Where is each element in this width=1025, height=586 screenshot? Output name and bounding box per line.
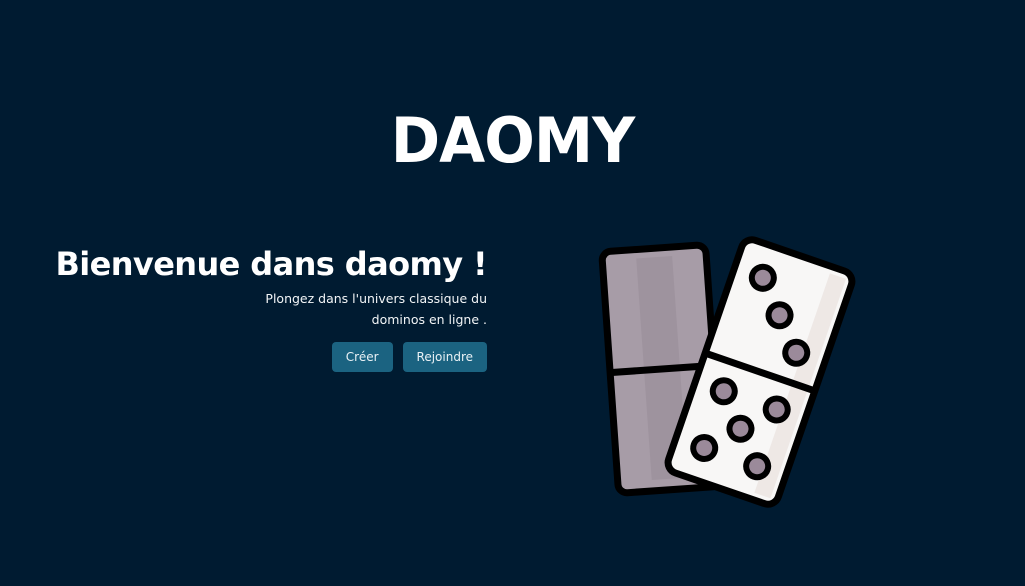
dominoes-icon [598,236,856,508]
page-subtitle: Plongez dans l'univers classique du domi… [265,291,487,327]
join-button[interactable]: Rejoindre [402,342,487,372]
hero-section: Bienvenue dans daomy ! Plongez dans l'un… [40,242,488,372]
logo: DAOMY [390,104,636,177]
dominoes-illustration [590,230,880,520]
page-title: Bienvenue dans daomy ! [55,245,487,283]
action-buttons: Créer Rejoindre [40,342,487,372]
create-button[interactable]: Créer [331,342,393,372]
